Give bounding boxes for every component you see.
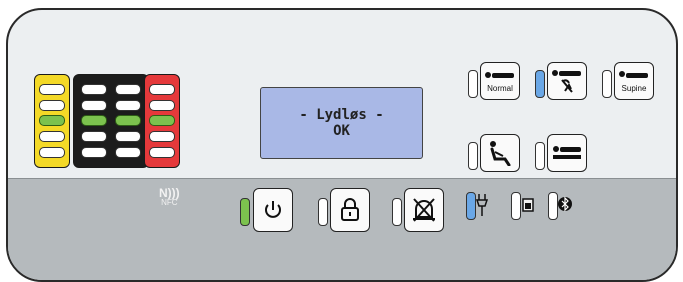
bluetooth-icon bbox=[558, 196, 572, 212]
nfc-icon: N))) bbox=[159, 186, 180, 200]
level-segment bbox=[81, 99, 108, 111]
level-segment bbox=[81, 131, 108, 143]
lock-indicator bbox=[318, 198, 328, 226]
level-segment bbox=[81, 147, 108, 159]
level-segment-lit bbox=[114, 115, 141, 127]
lock-icon bbox=[341, 198, 359, 221]
nfc-area: N))) NFC bbox=[159, 186, 180, 207]
level-bar-red bbox=[144, 74, 180, 168]
nfc-label: NFC bbox=[161, 198, 178, 207]
level-segment bbox=[39, 131, 65, 143]
lcd-display: - Lydløs - OK bbox=[260, 87, 423, 159]
level-segment bbox=[39, 147, 65, 159]
power-icon bbox=[265, 201, 281, 218]
power-supply-indicator bbox=[466, 192, 476, 220]
level-segment bbox=[149, 83, 175, 95]
power-button[interactable] bbox=[253, 188, 293, 232]
level-segment bbox=[114, 131, 141, 143]
battery-icon bbox=[522, 198, 534, 212]
bluetooth-indicator bbox=[548, 192, 558, 220]
level-segment bbox=[114, 83, 141, 95]
supine-indicator bbox=[602, 70, 612, 98]
flat-bed-icon bbox=[553, 146, 581, 159]
battery-indicator bbox=[511, 192, 521, 220]
level-segment bbox=[39, 99, 65, 111]
level-segment-lit bbox=[149, 115, 175, 127]
power-indicator bbox=[240, 198, 250, 226]
level-segment bbox=[39, 83, 65, 95]
flat-indicator bbox=[535, 142, 545, 170]
flat-bed-button[interactable] bbox=[547, 134, 587, 172]
control-panel: - Lydløs - OK Normal Supine N))) NFC bbox=[6, 8, 678, 282]
alarm-mute-button[interactable] bbox=[404, 188, 444, 232]
normal-button[interactable]: Normal bbox=[480, 62, 520, 100]
normal-label: Normal bbox=[487, 83, 513, 93]
level-segment-lit bbox=[81, 115, 108, 127]
normal-position-icon bbox=[485, 71, 514, 78]
level-bar-black-right bbox=[114, 79, 141, 163]
mute-indicator bbox=[392, 198, 402, 226]
lock-button[interactable] bbox=[330, 188, 370, 232]
plug-icon bbox=[476, 194, 488, 216]
level-bar-black bbox=[73, 74, 149, 168]
level-bar-black-left bbox=[81, 79, 108, 163]
level-segment bbox=[114, 147, 141, 159]
sitting-button[interactable] bbox=[480, 134, 520, 172]
turn-disabled-icon bbox=[552, 70, 581, 93]
level-segment bbox=[81, 83, 108, 95]
sitting-indicator bbox=[468, 142, 478, 170]
turn-disabled-button[interactable] bbox=[547, 62, 587, 100]
level-segment bbox=[114, 99, 141, 111]
supine-button[interactable]: Supine bbox=[614, 62, 654, 100]
level-segment-lit bbox=[39, 115, 65, 127]
level-bar-yellow bbox=[34, 74, 70, 168]
turn-indicator bbox=[535, 70, 545, 98]
supine-position-icon bbox=[619, 70, 648, 78]
alarm-mute-icon bbox=[413, 198, 435, 222]
level-segment bbox=[149, 147, 175, 159]
level-segment bbox=[149, 131, 175, 143]
display-line-1: - Lydløs - bbox=[299, 107, 384, 123]
supine-label: Supine bbox=[621, 83, 647, 93]
sitting-position-icon bbox=[490, 141, 511, 166]
normal-indicator bbox=[468, 70, 478, 98]
display-line-2: OK bbox=[333, 123, 350, 139]
level-segment bbox=[149, 99, 175, 111]
